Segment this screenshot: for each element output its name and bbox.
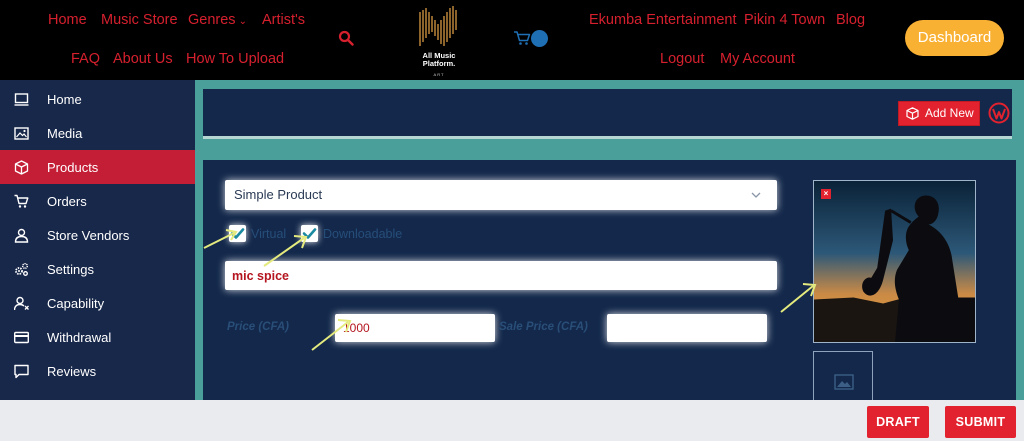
submit-button[interactable]: SUBMIT [945,406,1016,438]
nav-artists-link[interactable]: Artist's [262,12,305,28]
nav-music-store-link[interactable]: Music Store [101,12,178,28]
virtual-label: Virtual [251,227,287,241]
cube-icon [906,107,919,120]
comment-icon [14,364,29,379]
logo-icon [419,6,457,46]
downloadable-label: Downloadable [323,227,403,241]
sidebar-item-label: Store Vendors [47,228,130,243]
sidebar-item-settings[interactable]: Settings [0,252,195,286]
nav-blog-link[interactable]: Blog [836,12,865,28]
site-logo[interactable]: All Music Platform. ART [414,2,464,80]
sidebar-item-home[interactable]: Home [0,82,195,116]
image-icon [14,127,29,140]
sidebar-item-orders[interactable]: Orders [0,184,195,218]
nav-genres-link[interactable]: Genres ⌄ [188,12,247,28]
nav-about-link[interactable]: About Us [113,51,173,67]
header-panel: Add New [203,89,1012,139]
draft-button[interactable]: DRAFT [867,406,929,438]
product-type-select[interactable]: Simple Product [225,180,777,210]
remove-image-icon[interactable]: × [821,189,831,199]
sidebar-item-label: Home [47,92,82,107]
nav-my-account-link[interactable]: My Account [720,51,795,67]
sidebar-item-label: Withdrawal [47,330,112,345]
sidebar-item-label: Media [47,126,83,141]
search-icon[interactable] [338,30,354,46]
nav-how-to-upload-link[interactable]: How To Upload [186,51,284,67]
sidebar-item-store-vendors[interactable]: Store Vendors [0,218,195,252]
virtual-checkbox[interactable] [229,225,246,242]
user-x-icon [14,296,29,311]
downloadable-checkbox[interactable] [301,225,318,242]
chevron-down-icon: ⌄ [238,16,247,27]
nav-home-link[interactable]: Home [48,12,87,28]
wordpress-icon[interactable] [988,102,1010,124]
nav-faq-link[interactable]: FAQ [71,51,100,67]
product-form: Simple Product Virtual Downloadable Pric… [203,160,1016,411]
cart-count-badge[interactable] [531,30,548,47]
saxophone-player-image [814,181,975,342]
nav-pikin-link[interactable]: Pikin 4 Town [744,12,825,28]
checkmark-icon [302,228,317,239]
sidebar: Home Media Products Orders Store Vendors… [0,80,195,400]
logo-subtext: ART [433,72,445,77]
sidebar-item-reviews[interactable]: Reviews [0,354,195,388]
price-input[interactable] [335,314,495,342]
checkmark-icon [230,228,245,239]
sidebar-item-label: Capability [47,296,105,311]
top-navigation: Home Music Store Genres ⌄ Artist's FAQ Ab… [0,0,1024,80]
sale-price-label: Sale Price (CFA) [499,321,588,333]
nav-genres-label: Genres [188,12,236,28]
nav-logout-link[interactable]: Logout [660,51,704,67]
logo-text: All Music Platform. [414,52,464,68]
bottom-action-bar: DRAFT SUBMIT [0,400,1024,441]
main-content: Add New Simple Product Virtual Downloada… [195,80,1024,411]
nav-ekumba-link[interactable]: Ekumba Entertainment [589,12,737,28]
cart-icon [14,194,29,208]
credit-card-icon [14,331,29,344]
add-new-button[interactable]: Add New [898,101,980,126]
logo-line-2: Platform. [422,59,456,68]
monitor-icon [14,93,29,106]
sidebar-item-products[interactable]: Products [0,150,195,184]
cube-icon [14,160,29,175]
sidebar-item-media[interactable]: Media [0,116,195,150]
image-placeholder-icon [834,374,854,390]
cart-icon[interactable] [513,30,531,46]
sidebar-item-label: Products [47,160,99,175]
featured-image[interactable] [813,180,976,343]
sidebar-item-label: Orders [47,194,87,209]
add-new-label: Add New [925,106,974,120]
price-label: Price (CFA) [227,321,289,333]
product-name-input[interactable] [225,261,777,290]
sale-price-input[interactable] [607,314,767,342]
sidebar-item-label: Reviews [47,364,97,379]
sidebar-item-label: Settings [47,262,94,277]
user-icon [14,228,29,243]
product-type-value: Simple Product [234,187,323,202]
sidebar-item-withdrawal[interactable]: Withdrawal [0,320,195,354]
dashboard-button[interactable]: Dashboard [905,20,1004,56]
chevron-down-icon [751,192,761,198]
gears-icon [15,262,29,276]
sidebar-item-capability[interactable]: Capability [0,286,195,320]
